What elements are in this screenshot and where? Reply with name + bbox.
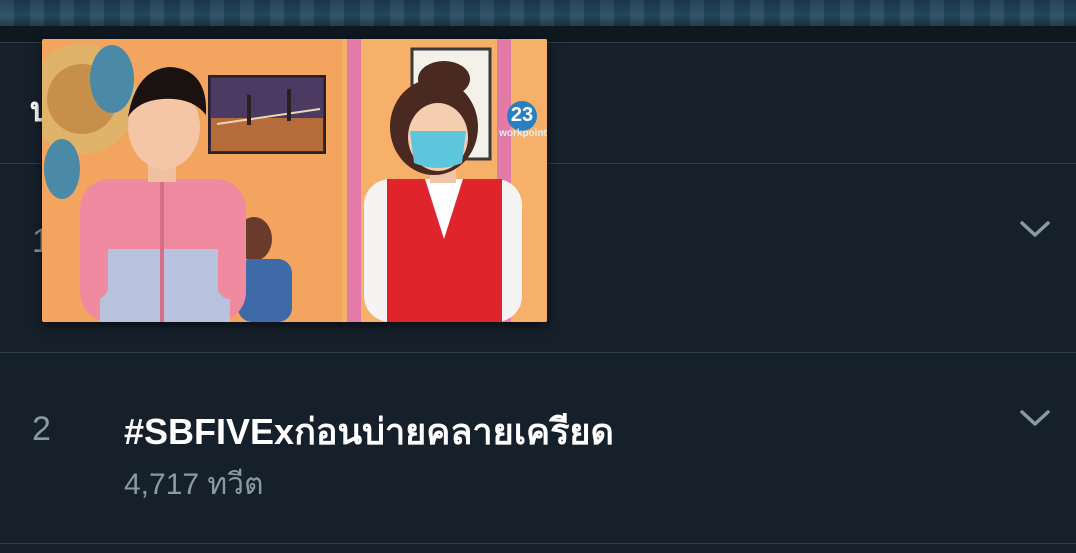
divider <box>0 543 1076 544</box>
trend-title[interactable]: #SBFIVExก่อนบ่ายคลายเครียด <box>124 403 614 460</box>
top-banner <box>0 0 1076 26</box>
video-frame <box>42 39 547 322</box>
trend-count: 4,717 ทวีต <box>124 468 264 501</box>
trend-item-2[interactable]: 2 #SBFIVExก่อนบ่ายคลายเครียด 4,717 ทวีต <box>0 353 1076 543</box>
chevron-down-icon[interactable] <box>1018 407 1052 429</box>
video-preview[interactable]: 23 workpoint <box>42 39 547 322</box>
trend-rank: 2 <box>32 410 51 448</box>
chevron-down-icon[interactable] <box>1018 218 1052 240</box>
